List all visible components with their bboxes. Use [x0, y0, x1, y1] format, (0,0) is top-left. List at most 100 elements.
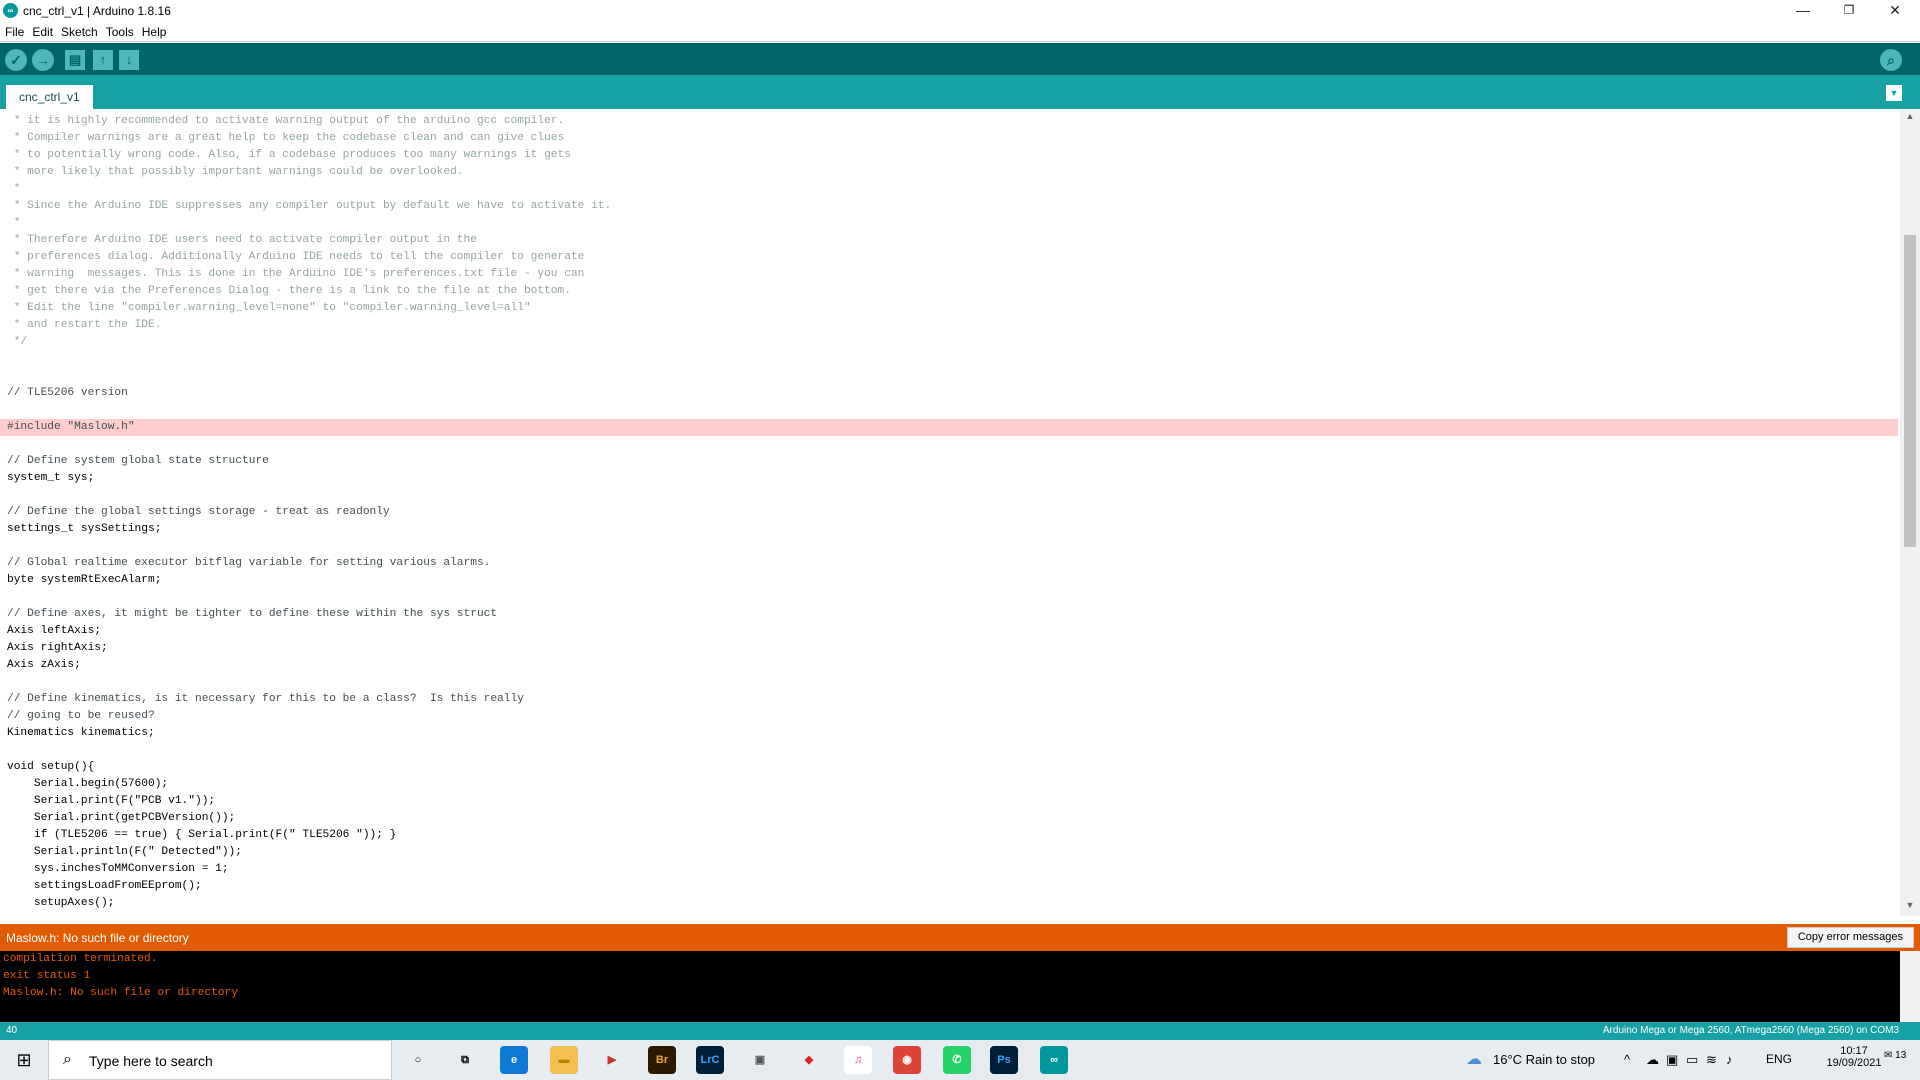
code-line: * Edit the line "compiler.warning_level=…	[7, 302, 531, 314]
code-line: system_t sys;	[7, 472, 95, 484]
console-scrollbar[interactable]	[1900, 951, 1920, 1022]
edge-icon[interactable]: e	[500, 1046, 528, 1074]
code-line: Serial.println(F(" Detected"));	[7, 846, 242, 858]
code-line: * to potentially wrong code. Also, if a …	[7, 149, 571, 161]
board-info: Arduino Mega or Mega 2560, ATmega2560 (M…	[1602, 1025, 1899, 1036]
menu-file[interactable]: File	[0, 22, 27, 39]
start-button-windows-icon[interactable]: ⊞	[0, 1040, 48, 1080]
editor-scrollbar[interactable]: ▲ ▼	[1900, 109, 1920, 916]
menu-tools[interactable]: Tools	[101, 22, 137, 39]
code-line: Serial.begin(57600);	[7, 778, 169, 790]
arduino-icon[interactable]: ∞	[1040, 1046, 1068, 1074]
wifi-icon[interactable]: ≋	[1706, 1052, 1717, 1068]
language-indicator[interactable]: ENG	[1766, 1052, 1792, 1066]
taskbar-search-box[interactable]: ⌕ Type here to search	[48, 1040, 392, 1080]
clock-time: 10:17	[1840, 1045, 1868, 1057]
taskbar: ⊞ ⌕ Type here to search ○ ⧉ e ▬ ▶ Br LrC ▣ ◆ ♫ ◉ ✆ P…	[0, 1040, 1920, 1080]
scrollbar-thumb[interactable]	[1904, 235, 1916, 547]
code-line: // Define kinematics, is it necessary fo…	[7, 693, 524, 705]
notification-count-badge: 13	[1895, 1050, 1907, 1061]
copy-error-messages-button[interactable]: Copy error messages	[1786, 927, 1914, 948]
code-line: // TLE5206 version	[7, 387, 128, 399]
status-bar: 40 Arduino Mega or Mega 2560, ATmega2560…	[0, 1022, 1920, 1040]
notifications-button[interactable]: ✉ 13	[1884, 1050, 1906, 1061]
scroll-up-arrow-icon[interactable]: ▲	[1900, 111, 1920, 125]
code-line: */	[7, 336, 28, 348]
photoshop-icon[interactable]: Ps	[990, 1046, 1018, 1074]
menu-sketch[interactable]: Sketch	[56, 22, 101, 39]
bridge-icon[interactable]: Br	[648, 1046, 676, 1074]
code-editor[interactable]: * it is highly recommended to activate w…	[0, 109, 1920, 916]
cortana-icon[interactable]: ○	[404, 1046, 432, 1074]
volume-icon[interactable]: ♪	[1726, 1052, 1733, 1067]
code-line: // going to be reused?	[7, 710, 155, 722]
close-button[interactable]: ✕	[1872, 0, 1918, 22]
code-line: *	[7, 217, 21, 229]
code-line: setupAxes();	[7, 897, 115, 909]
verify-button[interactable]: ✓	[5, 49, 27, 71]
save-sketch-button[interactable]: ↓	[119, 50, 139, 70]
code-line: * and restart the IDE.	[7, 319, 162, 331]
code-line: // Define the global settings storage - …	[7, 506, 390, 518]
tray-chevron-up-icon[interactable]: ^	[1624, 1052, 1630, 1067]
onedrive-icon[interactable]: ☁	[1646, 1052, 1659, 1068]
new-sketch-button[interactable]: ▤	[65, 50, 85, 70]
code-line: * it is highly recommended to activate w…	[7, 115, 565, 127]
error-bar: Maslow.h: No such file or directory Copy…	[0, 924, 1920, 951]
code-line: // Define axes, it might be tighter to d…	[7, 608, 498, 620]
console-line: exit status 1	[3, 970, 91, 982]
video-editor-icon[interactable]: ▶	[598, 1046, 626, 1074]
tab-bar: cnc_ctrl_v1 ▼	[0, 75, 1920, 109]
title-bar: ∞ cnc_ctrl_v1 | Arduino 1.8.16 — ❐ ✕	[0, 0, 1920, 22]
scroll-down-arrow-icon[interactable]: ▼	[1900, 900, 1920, 914]
code-line: // Define system global state structure	[7, 455, 269, 467]
whatsapp-icon[interactable]: ✆	[943, 1046, 971, 1074]
search-icon: ⌕	[63, 1051, 72, 1068]
weather-text[interactable]: 16°C Rain to stop	[1493, 1052, 1595, 1067]
code-line: #include "Maslow.h"	[0, 419, 1898, 436]
open-sketch-button[interactable]: ↑	[93, 50, 113, 70]
lightroom-classic-icon[interactable]: LrC	[696, 1046, 724, 1074]
console-lines: compilation terminated. exit status 1 Ma…	[3, 951, 238, 1002]
weather-icon[interactable]: ☁	[1466, 1049, 1482, 1069]
tab-menu-chevron-down-icon[interactable]: ▼	[1886, 85, 1902, 101]
meet-now-icon[interactable]: ▣	[1666, 1052, 1678, 1068]
itunes-icon[interactable]: ♫	[844, 1046, 872, 1074]
code-line: Axis leftAxis;	[7, 625, 101, 637]
code-line: Serial.print(getPCBVersion());	[7, 812, 236, 824]
file-explorer-icon[interactable]: ▬	[550, 1046, 578, 1074]
error-message: Maslow.h: No such file or directory	[6, 931, 189, 945]
code-line: Serial.print(F("PCB v1."));	[7, 795, 216, 807]
minimize-button[interactable]: —	[1780, 0, 1826, 22]
tab-cnc-ctrl-v1[interactable]: cnc_ctrl_v1	[6, 85, 93, 109]
battery-icon[interactable]: ▭	[1686, 1052, 1698, 1068]
devices-icon[interactable]: ▣	[746, 1046, 774, 1074]
chrome-icon[interactable]: ◉	[893, 1046, 921, 1074]
console-line: compilation terminated.	[3, 953, 158, 965]
code-line: * warning messages. This is done in the …	[7, 268, 585, 280]
code-line: Kinematics kinematics;	[7, 727, 155, 739]
code-line: * preferences dialog. Additionally Ardui…	[7, 251, 585, 263]
task-view-icon[interactable]: ⧉	[451, 1046, 479, 1074]
sketchup-icon[interactable]: ◆	[795, 1046, 823, 1074]
console-line: Maslow.h: No such file or directory	[3, 987, 238, 999]
menu-help[interactable]: Help	[137, 22, 170, 39]
window-title: cnc_ctrl_v1 | Arduino 1.8.16	[23, 4, 171, 18]
menu-edit[interactable]: Edit	[27, 22, 56, 39]
clock[interactable]: 10:17 19/09/2021	[1820, 1045, 1888, 1069]
upload-button[interactable]: →	[32, 49, 54, 71]
code-line: * Since the Arduino IDE suppresses any c…	[7, 200, 612, 212]
arduino-logo-icon: ∞	[3, 3, 18, 18]
console-output[interactable]: compilation terminated. exit status 1 Ma…	[0, 951, 1920, 1022]
restore-button[interactable]: ❐	[1826, 0, 1872, 22]
code-line: * Compiler warnings are a great help to …	[7, 132, 565, 144]
code-line: settingsLoadFromEEprom();	[7, 880, 202, 892]
code-line: if (TLE5206 == true) { Serial.print(F(" …	[7, 829, 397, 841]
serial-monitor-button[interactable]: ⌕	[1880, 49, 1902, 71]
